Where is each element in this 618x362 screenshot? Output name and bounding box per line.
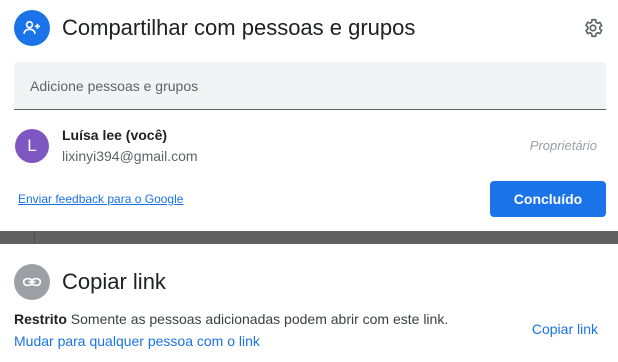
done-button[interactable]: Concluído (490, 181, 606, 217)
backdrop-divider (34, 231, 35, 244)
restricted-label: Restrito (14, 311, 67, 327)
person-add-icon (14, 10, 50, 46)
user-email: lixinyi394@gmail.com (62, 148, 198, 164)
user-role: Proprietário (529, 138, 597, 153)
gear-icon[interactable] (578, 13, 608, 43)
restriction-text: Restrito Somente as pessoas adicionadas … (14, 311, 448, 327)
change-access-link[interactable]: Mudar para qualquer pessoa com o link (14, 333, 260, 349)
link-icon (14, 264, 50, 300)
backdrop (0, 231, 618, 244)
link-card: Copiar link Restrito Somente as pessoas … (0, 244, 618, 362)
share-dialog: Compartilhar com pessoas e grupos L Luís… (0, 0, 618, 231)
feedback-link[interactable]: Enviar feedback para o Google (18, 192, 183, 206)
restricted-description: Somente as pessoas adicionadas podem abr… (70, 311, 449, 327)
link-title: Copiar link (62, 269, 166, 294)
user-name: Luísa lee (você) (62, 127, 168, 143)
add-people-input[interactable] (14, 62, 606, 110)
user-row: L Luísa lee (você) lixinyi394@gmail.com … (0, 118, 618, 174)
share-title: Compartilhar com pessoas e grupos (62, 15, 416, 40)
copy-link-button[interactable]: Copiar link (532, 321, 598, 337)
avatar: L (15, 129, 49, 163)
